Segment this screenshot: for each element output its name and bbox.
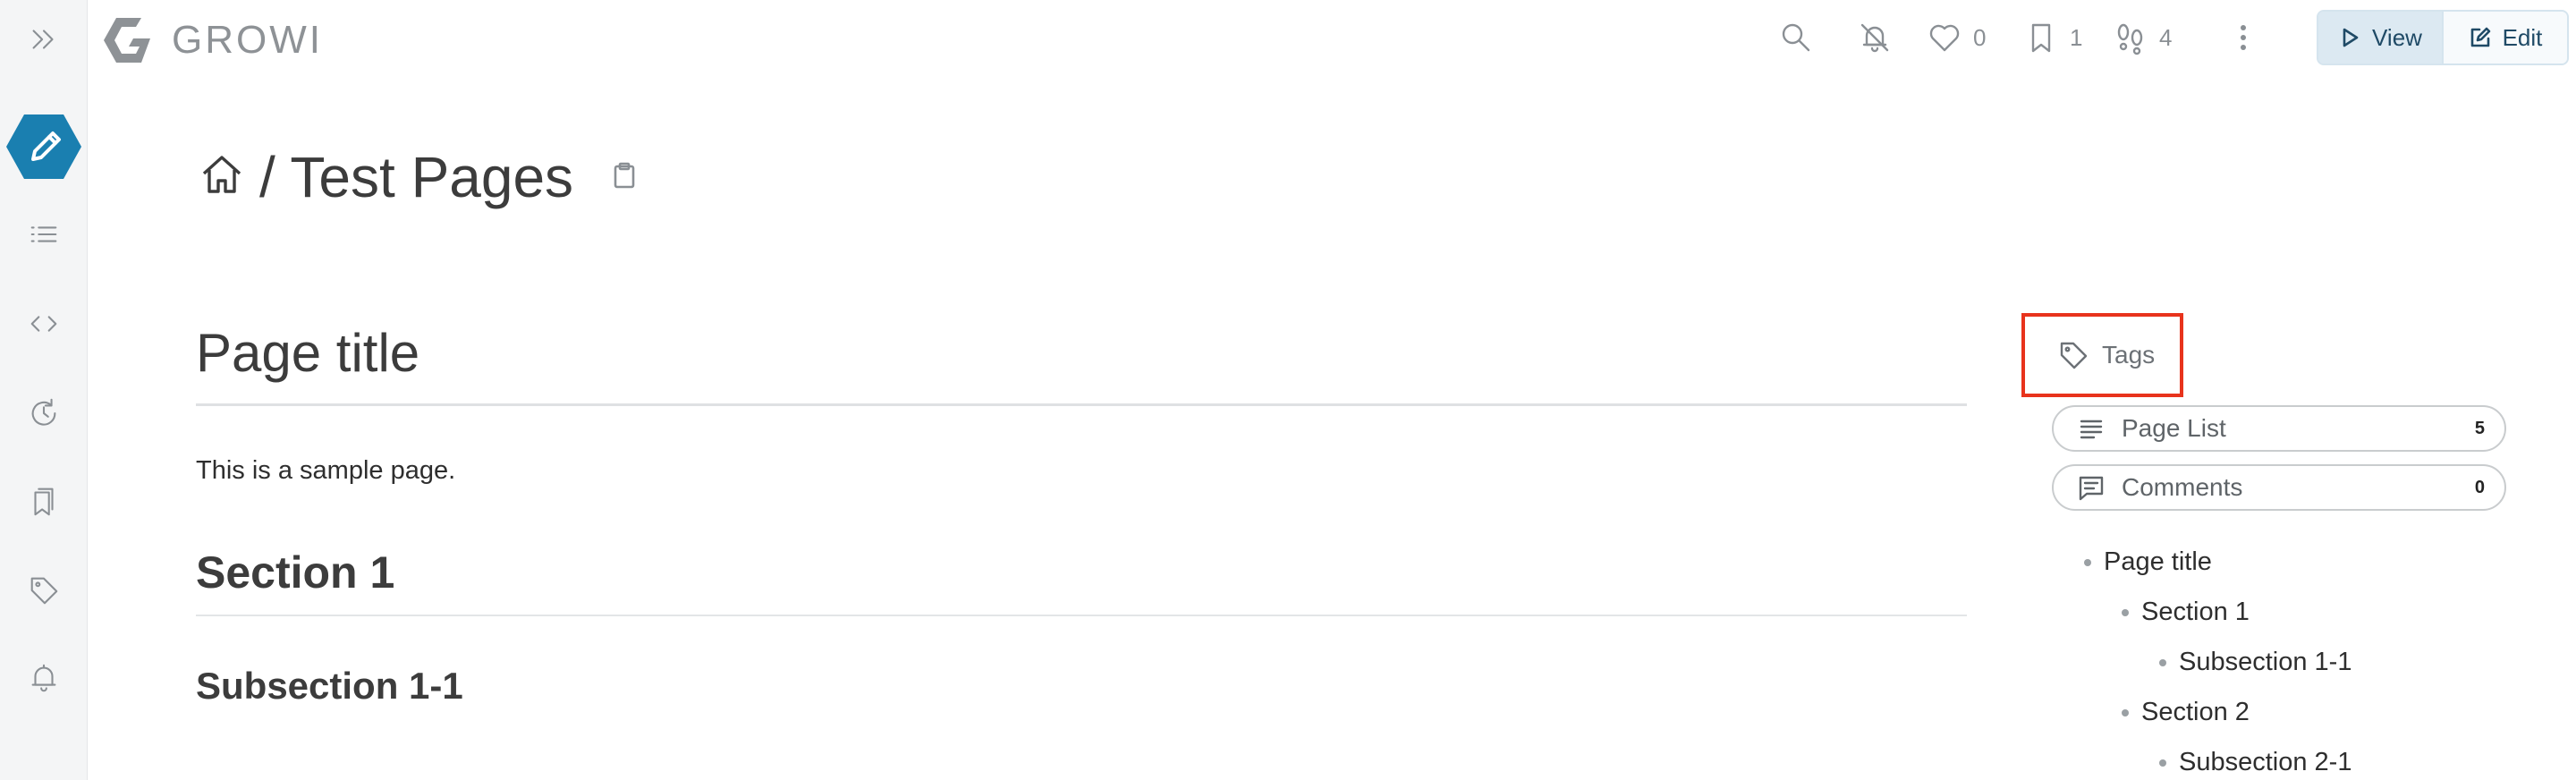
bookmarks-count: 1 (2070, 23, 2083, 51)
search-icon-wrap[interactable] (1778, 20, 1814, 55)
sidebar-item-recent[interactable] (0, 377, 88, 449)
toc-item-section-2[interactable]: Section 2 (2066, 687, 2351, 737)
logo-text: GROWI (172, 18, 323, 62)
page-list-count: 5 (2474, 418, 2485, 438)
sidebar-item-notifications[interactable] (0, 642, 88, 714)
sidebar-toggle-button[interactable] (0, 4, 88, 75)
home-icon (202, 155, 242, 193)
edit-button[interactable]: Edit (2442, 12, 2567, 64)
body-paragraph: This is a sample page. (196, 456, 456, 485)
table-of-contents: Page title Section 1 Subsection 1-1 Sect… (2066, 537, 2351, 780)
toc-item-subsection-1-1[interactable]: Subsection 1-1 (2066, 637, 2351, 687)
clipboard-icon (614, 162, 635, 188)
sidebar-item-custom[interactable] (0, 288, 88, 360)
bookmark-icon (2031, 23, 2051, 53)
copy-path-button[interactable] (609, 160, 640, 195)
likes-count: 0 (1973, 23, 1987, 51)
heart-icon-wrap[interactable] (1927, 20, 1962, 55)
play-icon (2343, 28, 2359, 47)
edit-square-icon (2470, 27, 2490, 47)
heart-icon (1929, 24, 1960, 52)
view-edit-toggle: View Edit (2317, 10, 2569, 65)
heading-subsection-1-1: Subsection 1-1 (196, 665, 463, 707)
pencil-icon (6, 114, 81, 179)
subscribe-button[interactable] (1857, 13, 1893, 63)
more-vertical-icon (2241, 25, 2246, 50)
sidebar (0, 0, 88, 780)
bookmark-button[interactable]: 1 (2023, 13, 2082, 63)
page-content: Page title This is a sample page. Sectio… (196, 322, 1967, 708)
double-chevron-right-icon (32, 30, 54, 49)
tag-icon (2060, 342, 2088, 369)
home-icon-link[interactable] (199, 152, 245, 203)
edit-label: Edit (2502, 23, 2543, 51)
growi-logo[interactable]: GROWI (104, 16, 323, 64)
more-options-button[interactable] (2225, 13, 2261, 63)
sidebar-item-page-tree[interactable] (0, 199, 88, 270)
bell-icon (31, 664, 56, 692)
bookmarks-icon (34, 488, 54, 516)
page-title-path[interactable]: / Test Pages (259, 144, 573, 210)
growi-logo-icon (104, 18, 150, 63)
comments-label: Comments (2122, 473, 2243, 501)
comments-button[interactable]: Comments 0 (2052, 464, 2506, 511)
tag-icon (30, 577, 58, 605)
list-icon (30, 226, 57, 242)
bookmark-icon-wrap[interactable] (2023, 20, 2059, 55)
seen-users-button[interactable]: 4 (2113, 13, 2172, 63)
view-button[interactable]: View (2318, 12, 2442, 64)
history-icon (31, 398, 56, 426)
search-button[interactable] (1778, 13, 1814, 63)
like-button[interactable]: 0 (1927, 13, 1986, 63)
comments-count: 0 (2474, 477, 2485, 497)
sidebar-item-bookmarks[interactable] (0, 465, 88, 537)
comment-icon (2079, 476, 2104, 501)
code-icon (30, 316, 57, 332)
seen-users-count: 4 (2159, 23, 2173, 51)
page-path: / Test Pages (199, 141, 640, 213)
heading-section-1: Section 1 (196, 547, 1967, 616)
bell-off-icon (1860, 23, 1889, 53)
toc-item-subsection-2-1[interactable]: Subsection 2-1 (2066, 737, 2351, 780)
footprints-icon-wrap[interactable] (2113, 20, 2148, 55)
search-icon (1782, 23, 1810, 52)
more-vertical-icon-wrap[interactable] (2225, 20, 2261, 55)
toc-item-section-1[interactable]: Section 1 (2066, 587, 2351, 637)
page-list-label: Page List (2122, 414, 2226, 442)
sidebar-item-tags[interactable] (0, 555, 88, 626)
tags-button[interactable]: Tags (2021, 313, 2183, 397)
toc-item-page-title[interactable]: Page title (2066, 537, 2351, 587)
create-page-button[interactable] (0, 111, 88, 182)
footprints-icon (2117, 23, 2143, 55)
page-list-button[interactable]: Page List 5 (2052, 405, 2506, 452)
view-label: View (2372, 23, 2422, 51)
bell-off-icon-wrap[interactable] (1857, 20, 1893, 55)
list-lines-icon (2080, 420, 2103, 439)
heading-page-title: Page title (196, 322, 1967, 406)
tags-label: Tags (2102, 341, 2156, 369)
